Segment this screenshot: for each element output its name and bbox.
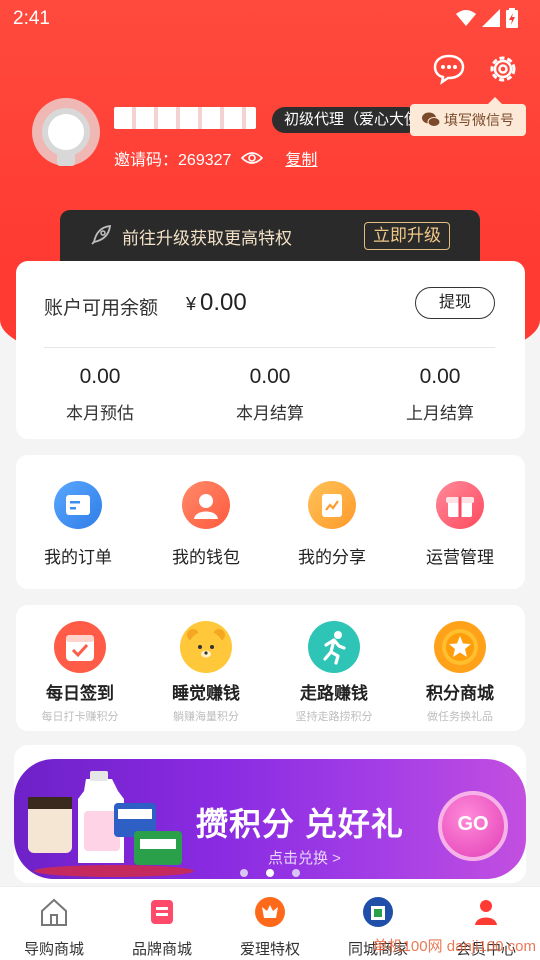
battery-icon (506, 8, 518, 28)
username-redacted (114, 107, 256, 129)
calendar-icon (54, 621, 106, 673)
upgrade-bar[interactable]: 前往升级获取更高特权 立即升级 (60, 210, 480, 262)
stat-label: 本月结算 (236, 404, 304, 423)
gear-icon[interactable] (486, 52, 520, 86)
stat-value: 0.00 (79, 365, 121, 388)
member-icon (475, 900, 497, 925)
carousel-dot[interactable] (240, 869, 248, 877)
shortcut-orders[interactable]: 我的订单 (18, 481, 138, 568)
task-points-mall[interactable]: 积分商城 做任务换礼品 (396, 621, 524, 724)
stat-label: 本月预估 (66, 404, 134, 423)
share-icon (308, 481, 356, 529)
running-icon (308, 621, 360, 673)
divider (44, 347, 495, 348)
message-icon[interactable] (432, 52, 466, 86)
balance-amount: ¥0.00 (186, 289, 247, 317)
level-badge[interactable]: 初级代理（爱心大使） (272, 107, 420, 133)
task-subtitle: 每日打卡赚积分 (41, 711, 119, 723)
eye-icon[interactable] (241, 151, 264, 165)
currency-symbol: ¥ (186, 294, 197, 314)
shortcut-label: 我的钱包 (172, 548, 240, 567)
wechat-tip-label: 填写微信号 (444, 112, 514, 128)
stat-last-month-settled[interactable]: 0.00 上月结算 (360, 365, 520, 424)
top-actions (432, 52, 520, 86)
shortcut-share[interactable]: 我的分享 (272, 481, 392, 568)
rocket-icon (91, 224, 112, 245)
balance-number: 0.00 (200, 289, 247, 316)
task-walk-earn[interactable]: 走路赚钱 坚持走路捞积分 (270, 621, 398, 724)
status-icons (456, 8, 518, 28)
shortcut-grid: 我的订单 我的钱包 我的分享 运营管理 (16, 455, 525, 589)
nav-brand-mall[interactable]: 品牌商城 (108, 895, 216, 959)
stat-month-settled[interactable]: 0.00 本月结算 (190, 365, 350, 424)
shortcut-operations[interactable]: 运营管理 (400, 481, 520, 568)
points-banner[interactable]: 攒积分 兑好礼 点击兑换 > GO (14, 745, 526, 883)
nav-privilege[interactable]: 爱理特权 (216, 895, 324, 959)
nav-label: 品牌商城 (131, 941, 192, 958)
task-subtitle: 做任务换礼品 (427, 711, 493, 723)
go-button[interactable]: GO (438, 791, 508, 861)
star-coin-icon (434, 621, 486, 673)
stat-value: 0.00 (419, 365, 461, 388)
banner-background: 攒积分 兑好礼 点击兑换 > GO (14, 759, 526, 879)
wechat-icon (422, 112, 440, 127)
carousel-dots (240, 869, 300, 877)
task-subtitle: 躺赚海量积分 (173, 711, 239, 723)
banner-title: 攒积分 兑好礼 (196, 806, 404, 842)
task-daily-checkin[interactable]: 每日签到 每日打卡赚积分 (16, 621, 144, 724)
status-bar: 2:41 (0, 0, 540, 36)
task-title: 走路赚钱 (300, 684, 368, 703)
wifi-icon (456, 10, 476, 26)
signal-icon (482, 9, 500, 27)
task-sleep-earn[interactable]: 睡觉赚钱 躺赚海量积分 (142, 621, 270, 724)
shortcut-wallet[interactable]: 我的钱包 (146, 481, 266, 568)
wechat-tip-button[interactable]: 填写微信号 (410, 97, 526, 136)
nav-shop-guide[interactable]: 导购商城 (0, 895, 108, 959)
upgrade-text: 前往升级获取更高特权 (122, 228, 292, 248)
invite-label: 邀请码： (114, 152, 179, 169)
carousel-dot[interactable] (292, 869, 300, 877)
invite-code: 269327 (178, 152, 232, 169)
nav-label: 爱理特权 (239, 941, 300, 958)
avatar[interactable] (32, 98, 100, 166)
task-grid: 每日签到 每日打卡赚积分 睡觉赚钱 躺赚海量积分 走路赚钱 坚持走路捞积分 积分… (16, 605, 525, 731)
status-time: 2:41 (13, 8, 50, 29)
carousel-dot-active[interactable] (266, 869, 274, 877)
balance-card: 账户可用余额 ¥0.00 提现 0.00 本月预估 0.00 本月结算 0.00 上月… (16, 261, 525, 439)
upgrade-button[interactable]: 立即升级 (364, 222, 450, 250)
brand-icon (151, 900, 173, 924)
products-illustration (28, 771, 194, 877)
balance-label: 账户可用余额 (44, 298, 159, 319)
shortcut-label: 运营管理 (426, 548, 494, 567)
bear-icon (180, 621, 232, 673)
nav-label: 导购商城 (23, 941, 84, 958)
copy-link[interactable]: 复制 (285, 146, 317, 170)
task-title: 睡觉赚钱 (172, 684, 240, 703)
stat-month-estimate[interactable]: 0.00 本月预估 (20, 365, 180, 424)
order-icon (54, 481, 102, 529)
banner-subtitle: 点击兑换 > (268, 850, 341, 867)
task-subtitle: 坚持走路捞积分 (295, 711, 373, 723)
shortcut-label: 我的订单 (44, 548, 112, 567)
task-title: 每日签到 (46, 684, 114, 703)
wallet-icon (182, 481, 230, 529)
home-icon (41, 898, 67, 926)
gift-icon (436, 481, 484, 529)
privilege-icon (255, 897, 285, 927)
stat-value: 0.00 (249, 365, 291, 388)
withdraw-button[interactable]: 提现 (415, 287, 495, 319)
task-title: 积分商城 (426, 684, 494, 703)
store-icon (363, 897, 393, 927)
stat-label: 上月结算 (406, 404, 474, 423)
watermark: 单机100网 danji100.com (372, 938, 536, 955)
shortcut-label: 我的分享 (298, 548, 366, 567)
invite-row: 邀请码：269327 复制 (114, 146, 317, 170)
